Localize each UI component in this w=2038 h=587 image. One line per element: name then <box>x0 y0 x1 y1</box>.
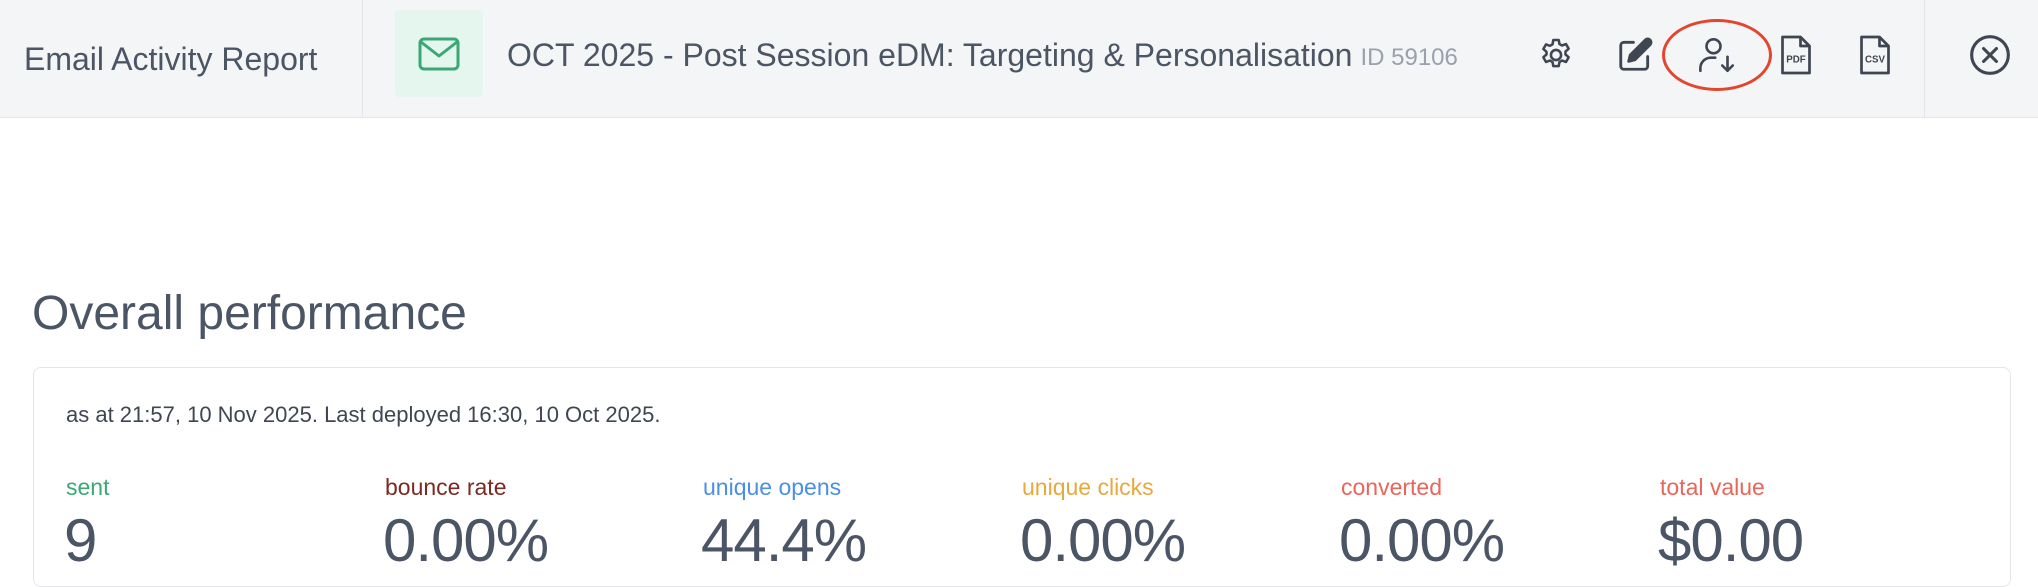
stat-label: unique opens <box>703 474 842 500</box>
stat-sent: sent 9 <box>64 474 110 574</box>
stat-label: converted <box>1341 474 1443 500</box>
section-heading: Overall performance <box>32 287 467 340</box>
divider <box>362 0 363 118</box>
stat-value: 9 <box>64 507 97 574</box>
stat-value: 0.00% <box>1020 507 1186 574</box>
csv-text: CSV <box>1865 55 1886 66</box>
edit-icon[interactable] <box>1607 22 1663 88</box>
csv-icon[interactable]: CSV <box>1847 22 1903 88</box>
stat-label: bounce rate <box>385 474 507 500</box>
pdf-text: PDF <box>1786 55 1806 66</box>
campaign-id: ID 59106 <box>1360 44 1458 71</box>
stat-value: $0.00 <box>1658 507 1804 574</box>
stat-label: total value <box>1660 474 1765 500</box>
stat-value: 0.00% <box>383 507 549 574</box>
close-icon[interactable] <box>1962 22 2018 88</box>
as-at-text: as at 21:57, 10 Nov 2025. Last deployed … <box>66 402 661 427</box>
stat-value: 44.4% <box>701 507 867 574</box>
stat-label: sent <box>66 474 110 500</box>
divider <box>1924 0 1925 118</box>
pdf-icon[interactable]: PDF <box>1768 22 1824 88</box>
stat-total-value: total value $0.00 <box>1658 474 1804 574</box>
user-download-icon[interactable] <box>1689 22 1745 88</box>
stat-label: unique clicks <box>1022 474 1154 500</box>
envelope-icon <box>395 10 483 97</box>
report-title: Email Activity Report <box>24 40 318 77</box>
gear-icon[interactable] <box>1528 22 1584 88</box>
top-bar: Email Activity Report OCT 2025 - Post Se… <box>0 0 2038 118</box>
stat-value: 0.00% <box>1339 507 1505 574</box>
campaign-name: OCT 2025 - Post Session eDM: Targeting &… <box>507 36 1353 73</box>
stat-converted: converted 0.00% <box>1339 474 1505 574</box>
stat-bounce-rate: bounce rate 0.00% <box>383 474 549 574</box>
stat-unique-opens: unique opens 44.4% <box>701 474 867 574</box>
stat-unique-clicks: unique clicks 0.00% <box>1020 474 1186 574</box>
campaign-title: OCT 2025 - Post Session eDM: Targeting &… <box>507 0 1458 110</box>
